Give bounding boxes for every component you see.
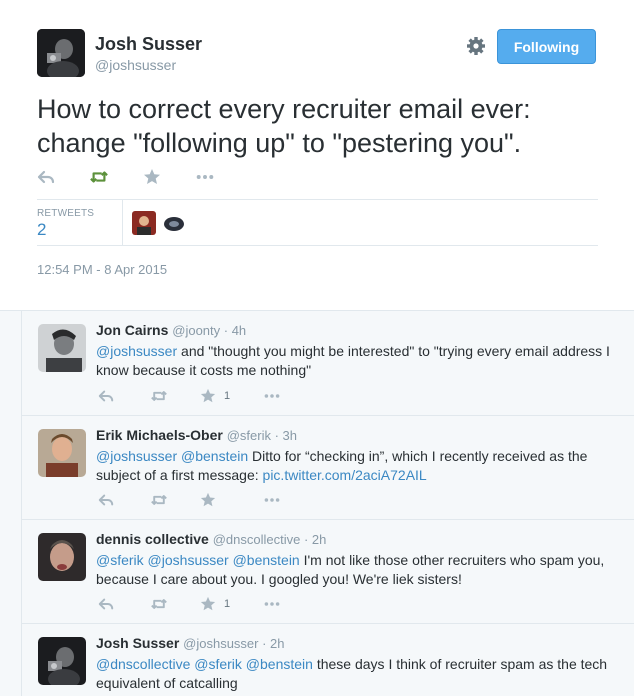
reply-header: Josh Susser @joshsusser · 2h [96, 635, 285, 651]
reply-meta[interactable]: @sferik · 3h [227, 428, 297, 443]
reply-author-name[interactable]: Erik Michaels-Ober [96, 427, 223, 443]
avatar[interactable] [38, 324, 86, 372]
reply-meta[interactable]: @joshsusser · 2h [183, 636, 284, 651]
reply-meta[interactable]: @joonty · 4h [172, 323, 246, 338]
reply-text: @dnscollective @sferik @benstein these d… [96, 655, 616, 693]
mention-link[interactable]: @sferik @joshsusser @benstein [96, 552, 300, 568]
more-icon[interactable] [264, 388, 280, 404]
favorite-count: 1 [224, 390, 231, 402]
reply-text: @joshsusser @benstein Ditto for “checkin… [96, 447, 616, 485]
following-button[interactable]: Following [497, 29, 596, 64]
author-name[interactable]: Josh Susser [95, 34, 202, 55]
reply-icon[interactable] [98, 388, 114, 404]
avatar[interactable] [38, 429, 86, 477]
favorite-count: 1 [224, 598, 231, 610]
reply-text: @sferik @joshsusser @benstein I'm not li… [96, 551, 616, 589]
retweet-stats: RETWEETS 2 [37, 199, 598, 246]
mention-link[interactable]: @joshsusser [96, 343, 177, 359]
author-handle[interactable]: @joshsusser [95, 57, 176, 73]
more-icon[interactable] [196, 168, 214, 186]
mention-link[interactable]: @joshsusser @benstein [96, 448, 248, 464]
favorite-icon[interactable] [143, 168, 161, 186]
retweeter-avatar[interactable] [132, 211, 156, 235]
reply-header: Erik Michaels-Ober @sferik · 3h [96, 427, 297, 443]
avatar[interactable] [37, 29, 85, 77]
reply-icon[interactable] [37, 168, 55, 186]
more-icon[interactable] [264, 492, 280, 508]
retweet-icon[interactable] [90, 168, 108, 186]
tweet-actions [37, 168, 249, 186]
reply-header: Jon Cairns @joonty · 4h [96, 322, 246, 338]
gear-icon[interactable] [466, 36, 486, 56]
retweet-icon[interactable] [151, 596, 167, 612]
reply-item[interactable]: Erik Michaels-Ober @sferik · 3h @joshsus… [21, 416, 634, 520]
retweet-icon[interactable] [151, 388, 167, 404]
reply-actions [98, 492, 280, 508]
reply-meta[interactable]: @dnscollective · 2h [213, 532, 327, 547]
reply-icon[interactable] [98, 596, 114, 612]
more-icon[interactable] [264, 596, 280, 612]
reply-text: @joshsusser and "thought you might be in… [96, 342, 616, 380]
media-link[interactable]: pic.twitter.com/2aciA72AIL [263, 467, 427, 483]
retweets-count[interactable]: 2 [37, 220, 46, 240]
reply-icon[interactable] [98, 492, 114, 508]
reply-actions: 1 [98, 596, 280, 612]
favorite-icon[interactable] [200, 492, 216, 508]
avatar[interactable] [38, 637, 86, 685]
stats-divider [122, 200, 123, 246]
reply-author-name[interactable]: dennis collective [96, 531, 209, 547]
reply-author-name[interactable]: Jon Cairns [96, 322, 168, 338]
reply-actions: 1 [98, 388, 280, 404]
reply-item[interactable]: Josh Susser @joshsusser · 2h @dnscollect… [21, 624, 634, 696]
main-tweet: Josh Susser @joshsusser Following How to… [0, 0, 634, 310]
reply-header: dennis collective @dnscollective · 2h [96, 531, 326, 547]
retweeter-avatar[interactable] [162, 211, 186, 235]
mention-link[interactable]: @dnscollective @sferik @benstein [96, 656, 313, 672]
retweets-label: RETWEETS [37, 208, 95, 219]
tweet-timestamp[interactable]: 12:54 PM - 8 Apr 2015 [37, 262, 167, 277]
favorite-icon[interactable] [200, 596, 216, 612]
avatar[interactable] [38, 533, 86, 581]
reply-item[interactable]: dennis collective @dnscollective · 2h @s… [21, 520, 634, 624]
retweet-icon[interactable] [151, 492, 167, 508]
favorite-icon[interactable] [200, 388, 216, 404]
reply-author-name[interactable]: Josh Susser [96, 635, 179, 651]
tweet-text: How to correct every recruiter email eve… [37, 94, 531, 158]
replies-list: Jon Cairns @joonty · 4h @joshsusser and … [0, 310, 634, 696]
reply-item[interactable]: Jon Cairns @joonty · 4h @joshsusser and … [21, 311, 634, 416]
